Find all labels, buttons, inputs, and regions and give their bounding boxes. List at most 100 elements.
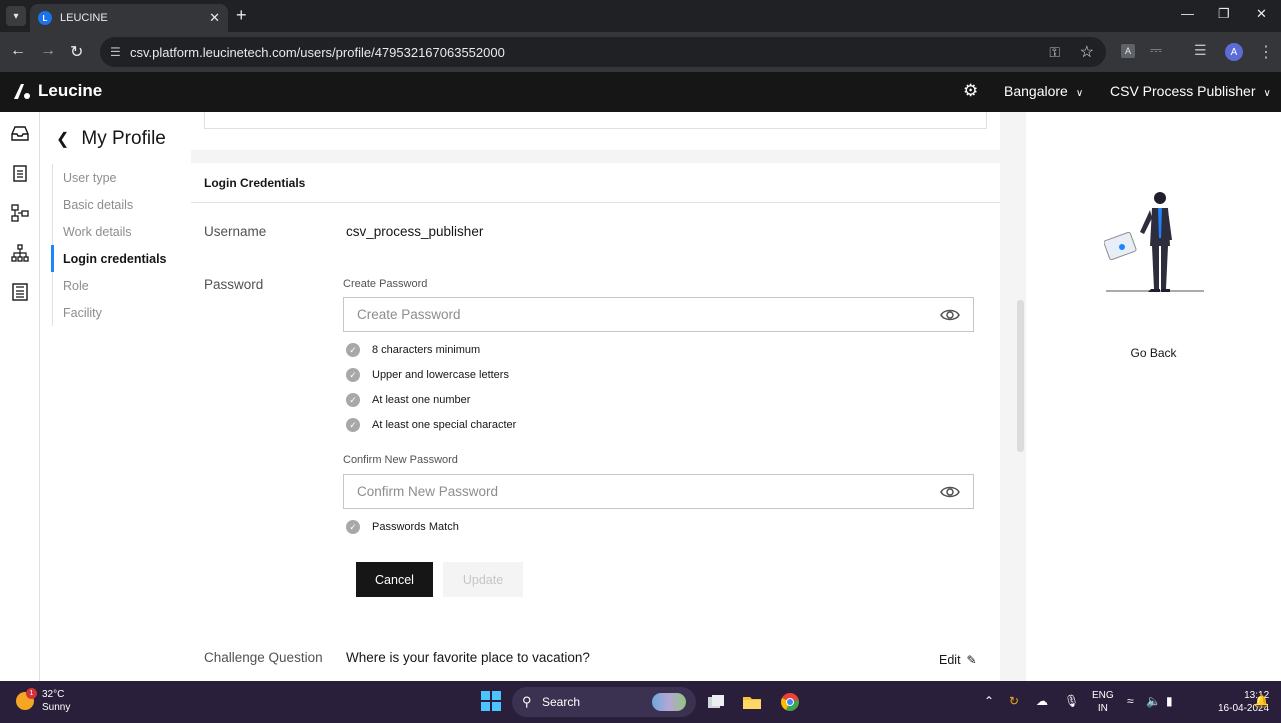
facility-dropdown[interactable]: Bangalore∨ bbox=[1004, 83, 1083, 99]
file-explorer-icon[interactable] bbox=[740, 690, 764, 714]
translate-extension-icon[interactable]: A bbox=[1121, 44, 1135, 58]
new-tab-icon[interactable]: + bbox=[236, 5, 247, 26]
show-hidden-icons-chevron-icon[interactable]: ⌃ bbox=[984, 694, 994, 708]
site-info-icon[interactable]: ☰ bbox=[110, 45, 121, 59]
rule-text: Upper and lowercase letters bbox=[372, 369, 509, 381]
sun-icon: 1 bbox=[16, 692, 34, 710]
weather-widget[interactable]: 1 32°C Sunny bbox=[16, 688, 70, 714]
taskbar-search[interactable]: ⚲ Search bbox=[512, 687, 696, 717]
page-title: My Profile bbox=[81, 128, 165, 150]
checklist-icon[interactable] bbox=[10, 163, 30, 183]
restore-icon[interactable]: ❐ bbox=[1218, 6, 1230, 22]
tab-search-icon[interactable]: ▾ bbox=[6, 6, 26, 26]
nav-item-work-details[interactable]: Work details bbox=[53, 218, 167, 245]
update-button[interactable]: Update bbox=[443, 562, 523, 597]
cancel-button[interactable]: Cancel bbox=[356, 562, 433, 597]
settings-gear-icon[interactable]: ⚙ bbox=[963, 81, 978, 101]
browser-tab[interactable]: L LEUCINE ✕ bbox=[30, 4, 228, 32]
windows-taskbar: 1 32°C Sunny ⚲ Search ⌃ ↻ ☁ 🎙 ENG IN ≈ 🔈… bbox=[0, 681, 1281, 723]
chevron-left-icon: ❮ bbox=[56, 129, 69, 149]
confirm-password-field[interactable] bbox=[343, 474, 974, 509]
eye-icon[interactable] bbox=[940, 484, 960, 500]
create-password-label: Create Password bbox=[343, 278, 427, 290]
my-profile-back[interactable]: ❮ My Profile bbox=[56, 128, 166, 150]
minimize-icon[interactable]: — bbox=[1181, 6, 1194, 21]
check-circle-icon: ✓ bbox=[346, 343, 360, 357]
password-label: Password bbox=[204, 277, 263, 292]
address-bar[interactable]: ☰ csv.platform.leucinetech.com/users/pro… bbox=[100, 37, 1106, 67]
challenge-question-label: Challenge Question bbox=[204, 650, 323, 665]
rule-min-length: ✓ 8 characters minimum bbox=[346, 343, 480, 357]
region-code: IN bbox=[1092, 702, 1114, 715]
onedrive-cloud-icon[interactable]: ☁ bbox=[1036, 694, 1048, 708]
windows-start-icon[interactable] bbox=[481, 691, 501, 711]
battery-icon[interactable]: ▮ bbox=[1166, 694, 1173, 708]
volume-icon[interactable]: 🔈 bbox=[1146, 694, 1161, 708]
weather-condition: Sunny bbox=[42, 701, 70, 714]
rule-passwords-match: ✓Passwords Match bbox=[346, 520, 459, 534]
hierarchy-icon[interactable] bbox=[10, 243, 30, 263]
role-dropdown[interactable]: CSV Process Publisher∨ bbox=[1110, 83, 1271, 99]
profile-avatar[interactable]: A bbox=[1225, 43, 1243, 61]
microphone-icon[interactable]: 🎙 bbox=[1064, 694, 1079, 708]
reports-icon[interactable] bbox=[10, 282, 30, 302]
wifi-icon[interactable]: ≈ bbox=[1127, 694, 1134, 708]
check-circle-icon: ✓ bbox=[346, 368, 360, 382]
nav-item-facility[interactable]: Facility bbox=[53, 299, 167, 326]
password-key-icon[interactable]: ⚿ bbox=[1049, 44, 1060, 61]
leucine-logo-icon bbox=[12, 81, 32, 101]
nav-item-role[interactable]: Role bbox=[53, 272, 167, 299]
pencil-icon: ✎ bbox=[967, 653, 977, 667]
rule-special: ✓At least one special character bbox=[346, 418, 516, 432]
go-back-link[interactable]: Go Back bbox=[1026, 346, 1281, 360]
edit-challenge-button[interactable]: Edit ✎ bbox=[939, 653, 977, 667]
browser-tabbar: ▾ L LEUCINE ✕ + — ❐ ✕ bbox=[0, 0, 1281, 32]
weather-text: 32°C Sunny bbox=[42, 688, 70, 714]
rule-text: At least one special character bbox=[372, 419, 516, 431]
main-content: Login Credentials Username csv_process_p… bbox=[191, 112, 1026, 681]
leucine-favicon-icon: L bbox=[38, 11, 52, 25]
profile-section-list: User type Basic details Work details Log… bbox=[52, 164, 167, 326]
media-control-icon[interactable]: ☰ bbox=[1194, 42, 1207, 59]
rule-text: 8 characters minimum bbox=[372, 344, 480, 356]
rule-case: ✓ Upper and lowercase letters bbox=[346, 368, 509, 382]
username-label: Username bbox=[204, 224, 266, 239]
back-arrow-icon[interactable]: ← bbox=[10, 42, 26, 60]
notification-bell-icon[interactable]: 🔔 bbox=[1254, 694, 1269, 708]
chevron-down-icon: ∨ bbox=[1076, 88, 1083, 99]
extensions-puzzle-icon[interactable]: ⎓ bbox=[1150, 42, 1162, 59]
language-code: ENG bbox=[1092, 689, 1114, 702]
nav-item-login-credentials[interactable]: Login credentials bbox=[51, 245, 167, 272]
inbox-icon[interactable] bbox=[10, 123, 30, 143]
profile-nav: ❮ My Profile User type Basic details Wor… bbox=[40, 112, 191, 681]
language-indicator[interactable]: ENG IN bbox=[1092, 689, 1114, 715]
brand-name: Leucine bbox=[38, 81, 102, 101]
sync-icon[interactable]: ↻ bbox=[1009, 694, 1019, 708]
create-password-field[interactable] bbox=[343, 297, 974, 332]
window-close-icon[interactable]: ✕ bbox=[1256, 6, 1267, 22]
search-icon: ⚲ bbox=[522, 694, 532, 710]
login-credentials-card: Login Credentials Username csv_process_p… bbox=[191, 163, 1000, 681]
chrome-taskbar-icon[interactable] bbox=[778, 690, 802, 714]
challenge-question-value: Where is your favorite place to vacation… bbox=[346, 650, 590, 665]
previous-field-edge bbox=[204, 112, 987, 129]
nav-item-basic-details[interactable]: Basic details bbox=[53, 191, 167, 218]
check-circle-icon: ✓ bbox=[346, 393, 360, 407]
confirm-password-input[interactable] bbox=[357, 484, 917, 499]
eye-icon[interactable] bbox=[940, 307, 960, 323]
forward-arrow-icon[interactable]: → bbox=[40, 42, 56, 60]
task-view-icon[interactable] bbox=[704, 690, 728, 714]
process-flow-icon[interactable] bbox=[10, 203, 30, 223]
app-header: Leucine ⚙ Bangalore∨ CSV Process Publish… bbox=[0, 72, 1281, 112]
reload-icon[interactable]: ↻ bbox=[70, 42, 83, 62]
brand[interactable]: Leucine bbox=[12, 81, 102, 101]
scrollbar[interactable] bbox=[1017, 300, 1024, 452]
nav-item-user-type[interactable]: User type bbox=[53, 164, 167, 191]
tab-close-icon[interactable]: ✕ bbox=[209, 10, 220, 26]
bookmark-star-icon[interactable]: ☆ bbox=[1080, 42, 1094, 62]
create-password-input[interactable] bbox=[357, 307, 917, 322]
username-value: csv_process_publisher bbox=[346, 224, 483, 239]
chrome-menu-icon[interactable]: ⋮ bbox=[1258, 42, 1274, 62]
check-circle-icon: ✓ bbox=[346, 520, 360, 534]
confirm-password-label: Confirm New Password bbox=[343, 454, 458, 466]
